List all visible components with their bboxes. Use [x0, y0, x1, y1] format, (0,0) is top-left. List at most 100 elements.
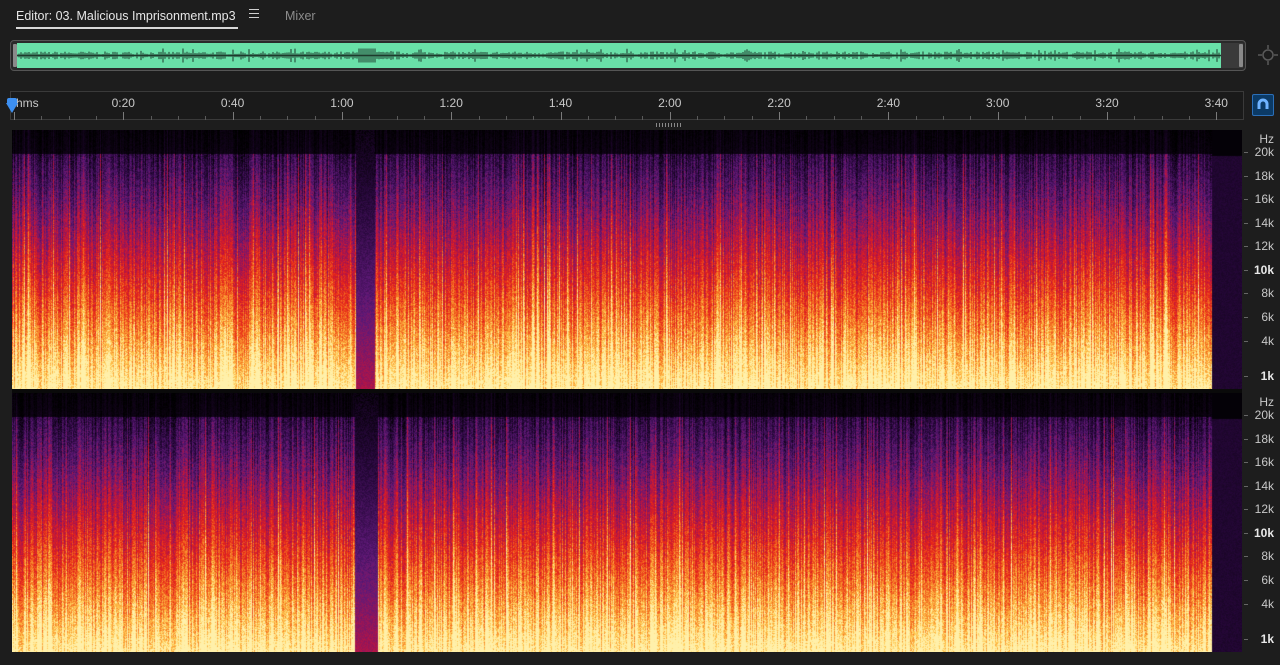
overview-waveform-graphic [17, 48, 1221, 63]
frequency-tick-label: 14k [1254, 216, 1274, 230]
time-tick-label: 3:00 [986, 96, 1010, 110]
time-tick-mark [724, 116, 726, 120]
frequency-tick-label: 14k [1254, 479, 1274, 493]
time-tick-mark [1134, 116, 1136, 120]
time-tick-mark [505, 116, 507, 120]
time-tick-mark [314, 116, 316, 120]
frequency-tick-mark [1244, 270, 1248, 271]
frequency-tick-mark [1244, 223, 1248, 224]
time-tick-label: 3:20 [1095, 96, 1119, 110]
spectrogram-right [12, 393, 1242, 652]
overview-waveform[interactable] [17, 43, 1221, 68]
frequency-tick-label: 8k [1261, 549, 1274, 563]
frequency-tick-mark [1244, 376, 1248, 377]
time-tick-mark [833, 116, 835, 120]
time-tick-mark [806, 116, 808, 120]
time-tick-mark [642, 116, 644, 120]
time-tick-mark [1188, 116, 1190, 120]
time-tick-label: 2:20 [767, 96, 791, 110]
time-tick-mark [533, 116, 535, 120]
time-tick-label: 1:00 [330, 96, 354, 110]
time-tick-label: 0:40 [220, 96, 245, 110]
spectral-display-channel-left[interactable] [12, 130, 1242, 389]
time-tick-label: 2:00 [658, 96, 682, 110]
frequency-tick-mark [1244, 293, 1248, 294]
time-tick-mark [259, 116, 261, 120]
time-tick-mark [1079, 116, 1081, 120]
time-tick-mark [369, 116, 371, 120]
time-tick-mark [232, 112, 234, 120]
time-tick-mark [560, 112, 562, 120]
frequency-tick-mark [1244, 639, 1248, 640]
time-tick-mark [587, 116, 589, 120]
overview-left-handle[interactable] [13, 44, 17, 67]
zoom-navigator-icon[interactable] [1257, 44, 1279, 66]
time-tick-mark [997, 112, 999, 120]
tab-mixer[interactable]: Mixer [285, 7, 316, 27]
frequency-tick-mark [1244, 556, 1248, 557]
time-tick-mark [751, 116, 753, 120]
time-unit-label: hms [16, 96, 39, 110]
frequency-tick-mark [1244, 317, 1248, 318]
overview-navigator[interactable] [10, 40, 1246, 71]
time-tick-mark [1107, 112, 1108, 120]
time-tick-mark [888, 112, 890, 120]
time-tick-mark [423, 116, 425, 120]
frequency-tick-mark [1244, 152, 1248, 153]
time-tick-mark [779, 112, 781, 120]
frequency-tick-label: 4k [1261, 334, 1274, 348]
time-tick-label: 1:20 [439, 96, 463, 110]
frequency-tick-mark [1244, 533, 1248, 534]
tab-editor[interactable]: Editor: 03. Malicious Imprisonment.mp3 [16, 7, 238, 29]
time-tick-mark [14, 112, 15, 120]
frequency-tick-label: 18k [1254, 169, 1274, 183]
time-tick-mark [68, 116, 70, 120]
bottom-bar [0, 652, 1280, 665]
time-tick-mark [1216, 112, 1218, 120]
time-tick-mark [861, 116, 863, 120]
time-tick-label: 0:20 [111, 96, 135, 110]
time-tick-mark [123, 112, 125, 120]
frequency-tick-label: 20k [1254, 408, 1274, 422]
frequency-tick-label: 8k [1261, 286, 1274, 300]
time-tick-label: 3:40 [1204, 96, 1228, 110]
spectral-display-channel-right[interactable] [12, 393, 1242, 652]
time-tick-mark [205, 116, 207, 120]
frequency-tick-label: 18k [1254, 432, 1274, 446]
frequency-tick-label: 6k [1261, 310, 1274, 324]
time-tick-mark [697, 116, 699, 120]
frequency-tick-mark [1244, 604, 1248, 605]
frequency-scale-right: Hz 20k 18k 16k 14k 12k 10k 8k 6k 4k 1k [1244, 393, 1280, 652]
time-tick-mark [669, 112, 671, 120]
time-tick-label: 1:40 [548, 96, 573, 110]
frequency-tick-label: 1k [1260, 369, 1274, 383]
hamburger-menu-icon[interactable] [249, 9, 259, 19]
time-tick-mark [177, 116, 179, 120]
frequency-tick-mark [1244, 176, 1248, 177]
frequency-tick-mark [1244, 199, 1248, 200]
frequency-tick-mark [1244, 246, 1248, 247]
frequency-unit-label: Hz [1259, 132, 1274, 146]
frequency-tick-mark [1244, 509, 1248, 510]
time-tick-mark [943, 116, 945, 120]
time-ruler[interactable]: hms 0:20 0:40 1:00 1:20 1:40 2:00 2:20 2:40 3:00… [10, 91, 1244, 120]
magnet-icon[interactable] [1252, 94, 1274, 116]
time-tick-mark [396, 116, 398, 120]
frequency-tick-label: 10k [1253, 263, 1274, 277]
time-tick-mark [150, 116, 152, 120]
frequency-tick-label: 12k [1254, 502, 1274, 516]
playhead-pointer[interactable] [6, 103, 18, 113]
frequency-tick-mark [1244, 415, 1248, 416]
frequency-tick-mark [1244, 580, 1248, 581]
time-tick-mark [341, 112, 343, 120]
frequency-tick-label: 16k [1254, 455, 1274, 469]
overview-right-handle[interactable] [1239, 44, 1243, 67]
frequency-tick-label: 12k [1254, 239, 1274, 253]
panel-resize-grip[interactable] [656, 123, 682, 127]
time-tick-mark [451, 112, 453, 120]
frequency-tick-mark [1244, 486, 1248, 487]
time-tick-mark [1052, 116, 1054, 120]
time-tick-mark [615, 116, 617, 120]
frequency-unit-label: Hz [1259, 395, 1274, 409]
frequency-tick-mark [1244, 439, 1248, 440]
